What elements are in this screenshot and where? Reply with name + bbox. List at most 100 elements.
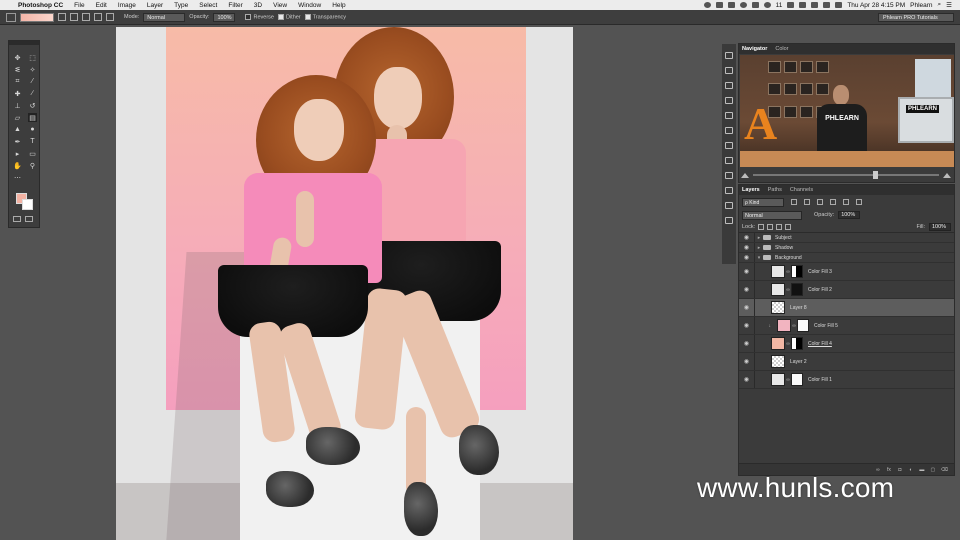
tab-channels[interactable]: Channels [790, 187, 813, 193]
menu-view[interactable]: View [268, 2, 293, 9]
zoom-in-icon[interactable] [943, 172, 951, 178]
zoom-slider[interactable] [753, 171, 939, 179]
menu-3d[interactable]: 3D [248, 2, 267, 9]
tab-layers[interactable]: Layers [742, 187, 760, 193]
layer-row-layer-8[interactable]: ◉ Layer 8 [739, 299, 954, 317]
volume-icon[interactable] [811, 2, 819, 8]
bluetooth-icon[interactable] [787, 2, 795, 8]
lock-position-icon[interactable] [776, 223, 783, 230]
expand-caret-icon[interactable]: ▸ [755, 235, 763, 241]
reflected-gradient-icon[interactable] [94, 13, 102, 21]
paragraph-panel-icon[interactable] [725, 157, 733, 164]
adjustment-icon[interactable]: ◐ [908, 467, 914, 473]
layer-row-color-fill-1[interactable]: ◉ ∞ Color Fill 1 [739, 371, 954, 389]
info-panel-icon[interactable] [725, 67, 733, 74]
history-brush-tool-icon[interactable]: ↺ [28, 101, 37, 110]
actions-panel-icon[interactable] [725, 202, 733, 209]
layer-row-background[interactable]: ◉ ▾ Background [739, 253, 954, 263]
tab-paths[interactable]: Paths [768, 187, 782, 193]
eraser-tool-icon[interactable]: ▱ [13, 113, 22, 122]
clone-source-panel-icon[interactable] [725, 127, 733, 134]
opacity-input[interactable]: 100% [213, 12, 236, 22]
layer-mask-thumbnail[interactable] [791, 373, 803, 386]
diamond-gradient-icon[interactable] [106, 13, 114, 21]
layer-mask-thumbnail[interactable] [791, 283, 803, 296]
quick-mask-icon[interactable] [13, 216, 21, 222]
history-panel-icon[interactable] [725, 52, 733, 59]
new-layer-icon[interactable]: ▢ [930, 467, 936, 473]
document-canvas[interactable] [116, 27, 573, 540]
visibility-eye-icon[interactable]: ◉ [741, 244, 753, 251]
collapse-caret-icon[interactable]: ▾ [755, 255, 763, 261]
marquee-tool-icon[interactable]: ⬚ [28, 53, 37, 62]
visibility-eye-icon[interactable]: ◉ [741, 358, 753, 365]
swatches-panel-icon[interactable] [725, 172, 733, 179]
crop-tool-icon[interactable]: ⌗ [13, 77, 22, 86]
healing-brush-tool-icon[interactable]: ✚ [13, 89, 22, 98]
zoom-slider-knob[interactable] [873, 171, 878, 179]
layer-opacity-input[interactable]: 100% [838, 211, 861, 219]
filter-smart-object-icon[interactable] [843, 199, 849, 205]
eyedropper-tool-icon[interactable]: ⁄ [28, 77, 37, 86]
lock-transparent-icon[interactable] [758, 223, 765, 230]
zoom-out-icon[interactable] [741, 172, 749, 178]
battery-icon[interactable] [835, 2, 843, 8]
brush-panel-icon[interactable] [725, 112, 733, 119]
menu-file[interactable]: File [69, 2, 90, 9]
status-icon[interactable] [751, 2, 759, 8]
visibility-eye-icon[interactable]: ◉ [741, 340, 753, 347]
filter-type-icon[interactable] [817, 199, 823, 205]
radial-gradient-icon[interactable] [70, 13, 78, 21]
status-icon[interactable] [703, 2, 711, 8]
gradient-tool-icon[interactable]: ▤ [28, 113, 37, 122]
lock-image-icon[interactable] [767, 223, 774, 230]
status-icon[interactable] [739, 2, 747, 8]
styles-panel-icon[interactable] [725, 187, 733, 194]
character-panel-icon[interactable] [725, 142, 733, 149]
gradient-picker[interactable] [20, 12, 54, 22]
navigator-preview[interactable]: A PHLEARN PHLEARN [740, 55, 954, 167]
layer-row-color-fill-2[interactable]: ◉ ∞ Color Fill 2 [739, 281, 954, 299]
menu-clock[interactable]: Thu Apr 28 4:15 PM [847, 2, 905, 9]
visibility-eye-icon[interactable]: ◉ [741, 304, 753, 311]
transparency-checkbox[interactable] [304, 13, 311, 20]
status-icon[interactable] [727, 2, 735, 8]
visibility-eye-icon[interactable]: ◉ [741, 322, 753, 329]
type-tool-icon[interactable]: T [28, 137, 37, 146]
background-color-swatch[interactable] [22, 199, 33, 210]
mode-select[interactable]: Normal [143, 12, 186, 22]
trash-icon[interactable]: ⌫ [941, 467, 948, 473]
notification-icon[interactable]: ☰ [946, 1, 952, 9]
clone-stamp-tool-icon[interactable]: ⊥ [13, 101, 22, 110]
menu-help[interactable]: Help [327, 2, 351, 9]
expand-caret-icon[interactable]: ▸ [755, 245, 763, 251]
blur-tool-icon[interactable]: ▲ [13, 125, 22, 134]
mask-icon[interactable]: ◘ [897, 467, 903, 473]
layer-row-color-fill-3[interactable]: ◉ ∞ Color Fill 3 [739, 263, 954, 281]
menu-select[interactable]: Select [194, 2, 223, 9]
layer-row-color-fill-4[interactable]: ◉ ∞ Color Fill 4 [739, 335, 954, 353]
dodge-tool-icon[interactable]: ● [28, 125, 37, 134]
pen-tool-icon[interactable]: ✒ [13, 137, 22, 146]
properties-panel-icon[interactable] [725, 97, 733, 104]
visibility-eye-icon[interactable]: ◉ [741, 268, 753, 275]
play-action-icon[interactable] [725, 217, 733, 224]
reverse-checkbox[interactable] [245, 13, 252, 20]
menu-window[interactable]: Window [293, 2, 327, 9]
workspace-select[interactable]: Phlearn PRO Tutorials [878, 12, 954, 22]
menu-edit[interactable]: Edit [90, 2, 112, 9]
visibility-eye-icon[interactable]: ◉ [741, 254, 753, 261]
lock-all-icon[interactable] [785, 223, 792, 230]
more-tools-icon[interactable]: ⋯ [13, 173, 22, 182]
visibility-eye-icon[interactable]: ◉ [741, 286, 753, 293]
status-icon[interactable] [715, 2, 723, 8]
layer-mask-thumbnail[interactable] [791, 265, 803, 278]
tab-color[interactable]: Color [775, 46, 788, 52]
brush-tool-icon[interactable]: ∕ [28, 89, 37, 98]
blend-mode-select[interactable]: Normal [742, 210, 802, 220]
linear-gradient-icon[interactable] [58, 13, 66, 21]
gradient-tool-icon[interactable] [6, 12, 16, 22]
layer-row-color-fill-5[interactable]: ◉ ↓ ∞ Color Fill 5 [739, 317, 954, 335]
fill-input[interactable]: 100% [929, 222, 951, 231]
layer-filter-select[interactable]: ρ Kind [742, 197, 784, 207]
